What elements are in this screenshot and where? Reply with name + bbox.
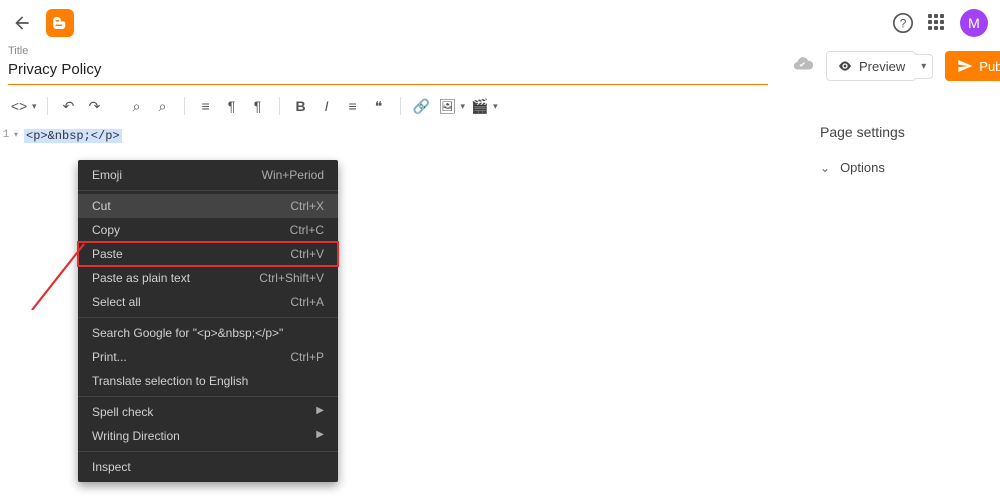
submenu-arrow-icon: ▶ (316, 405, 324, 419)
preview-button[interactable]: Preview (826, 51, 916, 81)
html-view-button[interactable]: <> (8, 95, 30, 117)
menu-item-label: Writing Direction (92, 429, 180, 443)
chevron-down-icon[interactable]: ▾ (32, 101, 37, 112)
menu-item-label: Print... (92, 350, 127, 364)
undo-button[interactable]: ↶ (58, 95, 80, 117)
menu-separator (78, 190, 338, 191)
chevron-down-icon: ⌄ (820, 161, 830, 175)
page-settings-heading: Page settings (820, 124, 980, 140)
menu-item[interactable]: Writing Direction ▶ (78, 424, 338, 448)
menu-shortcut: Ctrl+P (290, 350, 324, 364)
menu-item-label: Select all (92, 295, 141, 309)
menu-item-label: Paste as plain text (92, 271, 190, 285)
menu-item-label: Paste (92, 247, 123, 261)
menu-item[interactable]: Inspect (78, 455, 338, 479)
back-arrow-icon[interactable] (12, 13, 32, 33)
menu-item-label: Inspect (92, 460, 131, 474)
separator (279, 97, 280, 115)
zoom-in-button[interactable]: ⌕ (126, 95, 148, 117)
menu-item[interactable]: Copy Ctrl+C (78, 218, 338, 242)
menu-shortcut: Ctrl+Shift+V (259, 271, 324, 285)
menu-item[interactable]: Paste as plain text Ctrl+Shift+V (78, 266, 338, 290)
bold-button[interactable]: B (290, 95, 312, 117)
publish-label: Publish (979, 59, 1000, 74)
menu-item[interactable]: Spell check ▶ (78, 400, 338, 424)
ltr-button[interactable]: ¶ (221, 95, 243, 117)
zoom-out-button[interactable]: ⌕ (152, 95, 174, 117)
line-gutter: 1 (0, 125, 24, 143)
menu-separator (78, 451, 338, 452)
menu-item[interactable]: Paste Ctrl+V (78, 242, 338, 266)
strike-button[interactable]: ≡ (342, 95, 364, 117)
menu-item[interactable]: Select all Ctrl+A (78, 290, 338, 314)
preview-label: Preview (859, 59, 905, 74)
context-menu: Emoji Win+Period Cut Ctrl+X Copy Ctrl+C Paste C… (78, 160, 338, 482)
image-button[interactable]: 🖼 (437, 95, 459, 117)
menu-shortcut: Ctrl+X (290, 199, 324, 213)
svg-text:?: ? (900, 16, 907, 30)
avatar[interactable]: M (960, 9, 988, 37)
menu-item-label: Spell check (92, 405, 153, 419)
cloud-saved-icon (792, 53, 814, 80)
menu-shortcut: Win+Period (262, 168, 324, 182)
apps-icon[interactable] (928, 14, 946, 32)
menu-item-label: Search Google for "<p>&nbsp;</p>" (92, 326, 283, 340)
video-button[interactable]: 🎬 (469, 95, 491, 117)
menu-item-label: Cut (92, 199, 111, 213)
sidebar-item-options[interactable]: ⌄ Options (820, 160, 980, 175)
title-bar: Title Preview ▾ Publish (0, 45, 1000, 85)
app-header: ? M (0, 0, 1000, 45)
sidebar-item-label: Options (840, 160, 885, 175)
separator (47, 97, 48, 115)
menu-shortcut: Ctrl+V (290, 247, 324, 261)
submenu-arrow-icon: ▶ (316, 429, 324, 443)
menu-item[interactable]: Translate selection to English (78, 369, 338, 393)
help-icon[interactable]: ? (892, 12, 914, 34)
menu-item-label: Copy (92, 223, 120, 237)
page-settings-panel: Page settings ⌄ Options (820, 108, 1000, 175)
menu-item[interactable]: Emoji Win+Period (78, 163, 338, 187)
eye-icon (837, 58, 853, 74)
blogger-logo[interactable] (46, 9, 74, 37)
menu-item[interactable]: Print... Ctrl+P (78, 345, 338, 369)
chevron-down-icon[interactable]: ▾ (493, 101, 498, 112)
title-label: Title (8, 45, 768, 57)
menu-separator (78, 317, 338, 318)
menu-item[interactable]: Search Google for "<p>&nbsp;</p>" (78, 321, 338, 345)
quote-button[interactable]: ❝ (368, 95, 390, 117)
separator (184, 97, 185, 115)
menu-separator (78, 396, 338, 397)
title-input[interactable] (8, 57, 768, 85)
chevron-down-icon[interactable]: ▾ (461, 101, 466, 112)
align-button[interactable]: ≡ (195, 95, 217, 117)
link-button[interactable]: 🔗 (411, 95, 433, 117)
menu-item-label: Emoji (92, 168, 122, 182)
italic-button[interactable]: I (316, 95, 338, 117)
redo-button[interactable]: ↷ (84, 95, 106, 117)
menu-shortcut: Ctrl+C (290, 223, 324, 237)
menu-item[interactable]: Cut Ctrl+X (78, 194, 338, 218)
send-icon (957, 58, 973, 74)
rtl-button[interactable]: ¶ (247, 95, 269, 117)
menu-item-label: Translate selection to English (92, 374, 248, 388)
separator (400, 97, 401, 115)
publish-button[interactable]: Publish (945, 51, 1000, 81)
preview-dropdown[interactable]: ▾ (915, 54, 933, 79)
menu-shortcut: Ctrl+A (290, 295, 324, 309)
selected-code: <p>&nbsp;</p> (24, 129, 122, 143)
